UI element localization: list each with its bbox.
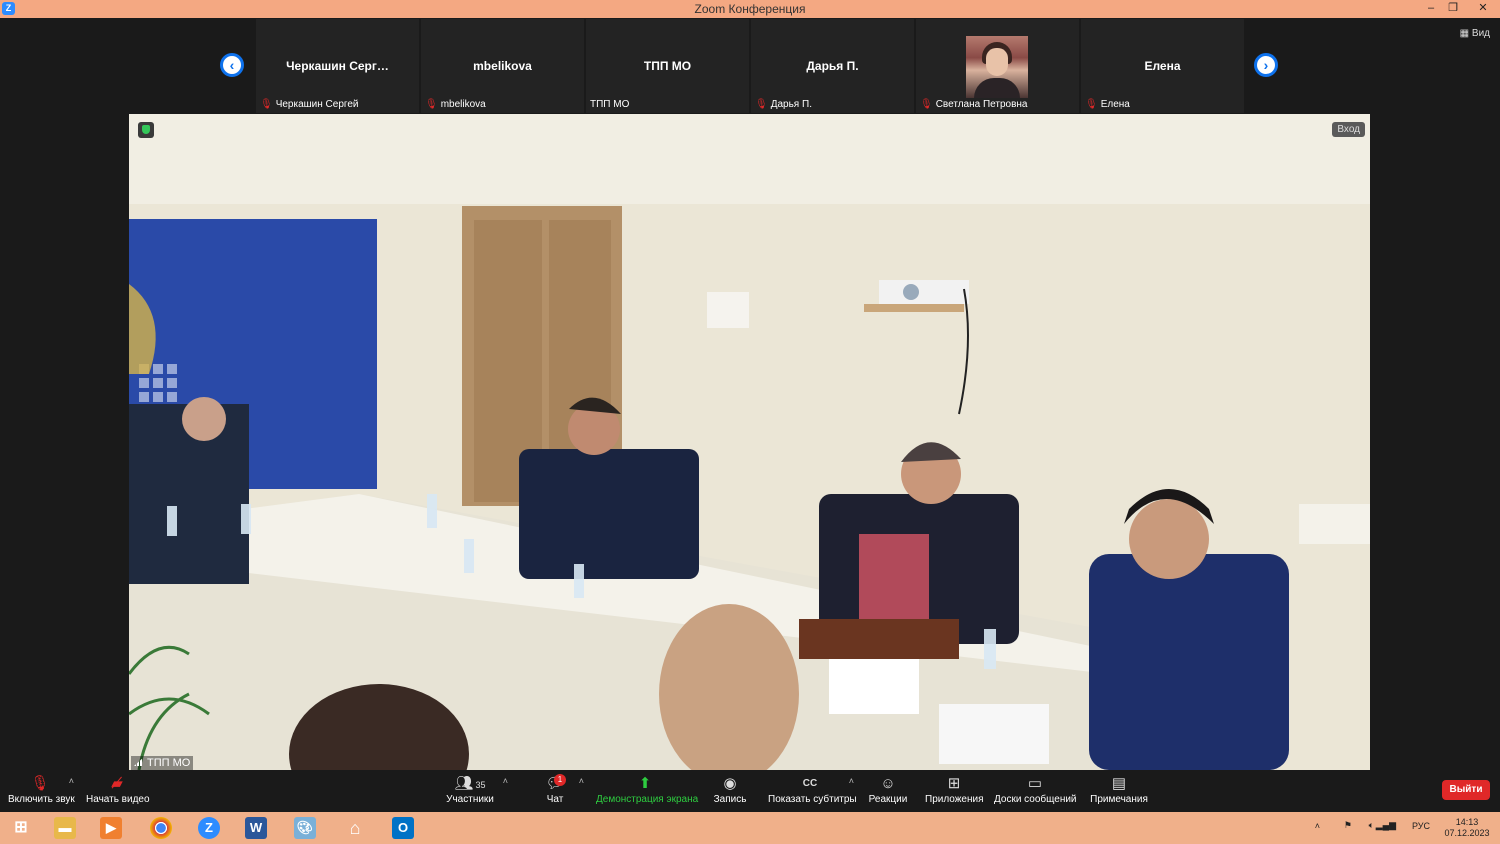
mic-muted-icon: 🎙︎: [425, 99, 438, 110]
apps-icon: ⊞: [947, 775, 961, 792]
zoom-icon: Z: [198, 817, 220, 839]
mic-muted-icon: 🎙︎: [755, 99, 768, 110]
tray-overflow-icon[interactable]: ˄: [1315, 821, 1320, 831]
window-title: Zoom Конференция: [694, 2, 806, 16]
captions-button[interactable]: CC Показать субтитры ˄: [768, 774, 857, 805]
apps-button[interactable]: ⊞ Приложения: [925, 774, 984, 805]
prev-participants-button[interactable]: ‹: [220, 53, 244, 77]
encryption-shield-icon[interactable]: [138, 122, 154, 138]
participant-tile[interactable]: 🎙︎ Светлана Петровна: [916, 19, 1079, 113]
start-video-button[interactable]: ▰̸ Начать видео: [86, 774, 150, 805]
volume-icon[interactable]: 🔈︎: [1369, 820, 1374, 831]
share-screen-icon: ⬆: [638, 775, 652, 792]
taskbar-media-player[interactable]: ▶: [92, 815, 128, 841]
captions-icon: CC: [802, 778, 818, 789]
participants-button[interactable]: 👥︎ 35 Участники ˄: [446, 774, 508, 805]
participant-photo: [966, 36, 1028, 98]
chevron-up-icon[interactable]: ˄: [849, 776, 854, 786]
leave-button[interactable]: Выйти: [1442, 780, 1490, 800]
taskbar-file-explorer[interactable]: ▬: [46, 815, 82, 841]
notes-icon: ▤: [1111, 775, 1127, 792]
mic-muted-icon: 🎙︎: [920, 99, 933, 110]
taskbar-paint[interactable]: 🎨︎: [286, 815, 322, 841]
mic-muted-icon: 🎙︎: [30, 775, 50, 792]
view-button[interactable]: ▦ Вид: [1460, 28, 1490, 39]
media-player-icon: ▶: [100, 817, 122, 839]
grid-icon: ▦: [1459, 28, 1470, 39]
start-button[interactable]: ⊞: [2, 815, 38, 841]
chevron-up-icon[interactable]: ˄: [579, 776, 584, 786]
windows-taskbar: ⊞ ▬ ▶ Z W 🎨︎ ⌂ O ˄ ⚑ 🔈︎ ▂▄▆ РУС 14:13 07…: [0, 812, 1500, 844]
clock[interactable]: 14:13 07.12.2023: [1442, 817, 1492, 839]
chevron-up-icon[interactable]: ˄: [69, 776, 74, 786]
signal-strength-icon: [134, 757, 144, 766]
home-icon: ⌂: [349, 818, 361, 838]
mic-muted-icon: 🎙︎: [1085, 99, 1098, 110]
network-icon[interactable]: ▂▄▆: [1376, 820, 1396, 831]
outlook-icon: O: [392, 817, 414, 839]
reactions-icon: ☺: [880, 775, 896, 792]
chat-button[interactable]: 💬︎ 1 Чат ˄: [540, 774, 584, 805]
next-participants-button[interactable]: ›: [1254, 53, 1278, 77]
chevron-up-icon[interactable]: ˄: [503, 776, 508, 786]
windows-start-icon: ⊞: [14, 819, 28, 836]
participants-icon: 👥︎: [454, 775, 474, 792]
share-screen-button[interactable]: ⬆ Демонстрация экрана: [596, 774, 698, 805]
taskbar-chrome[interactable]: [142, 815, 178, 841]
taskbar-word[interactable]: W: [237, 815, 273, 841]
taskbar-zoom[interactable]: Z: [190, 815, 226, 841]
file-explorer-icon: ▬: [54, 817, 76, 839]
mic-muted-icon: 🎙︎: [260, 99, 273, 110]
taskbar-outlook[interactable]: O: [384, 815, 420, 841]
zoom-meeting: ▦ Вид ‹ › Черкашин Серг… 🎙︎ Черкашин Серг…: [0, 18, 1500, 812]
whiteboard-icon: ▭: [1027, 775, 1043, 792]
minimize-button[interactable]: ‒: [1420, 0, 1442, 18]
participant-tile[interactable]: ТПП МО ТПП МО: [586, 19, 749, 113]
word-icon: W: [245, 817, 267, 839]
close-button[interactable]: ✕: [1466, 0, 1500, 18]
language-indicator[interactable]: РУС: [1412, 821, 1430, 831]
participant-tile[interactable]: mbelikova 🎙︎ mbelikova: [421, 19, 584, 113]
participant-tile[interactable]: Черкашин Серг… 🎙︎ Черкашин Сергей: [256, 19, 419, 113]
main-video[interactable]: Вход ТПП МО: [129, 114, 1370, 770]
whiteboards-button[interactable]: ▭ Доски сообщений: [994, 774, 1077, 805]
record-button[interactable]: ◉ Запись: [712, 774, 748, 805]
video-off-icon: ▰̸: [111, 775, 123, 792]
participant-tile[interactable]: Елена 🎙︎ Елена: [1081, 19, 1244, 113]
chat-badge: 1: [554, 774, 566, 786]
reactions-button[interactable]: ☺ Реакции: [868, 774, 908, 805]
taskbar-home[interactable]: ⌂: [336, 815, 372, 841]
paint-icon: 🎨︎: [294, 817, 316, 839]
meeting-room-scene: [129, 114, 1370, 770]
participant-tile[interactable]: Дарья П. 🎙︎ Дарья П.: [751, 19, 914, 113]
notes-button[interactable]: ▤ Примечания: [1090, 774, 1148, 805]
flag-icon[interactable]: ⚑: [1344, 820, 1352, 831]
unmute-button[interactable]: 🎙︎ Включить звук ˄: [8, 774, 75, 805]
video-speaker-label: ТПП МО: [131, 756, 194, 770]
enter-button[interactable]: Вход: [1332, 122, 1365, 137]
chrome-icon: [150, 817, 172, 839]
restore-button[interactable]: ❐: [1442, 0, 1464, 18]
window-titlebar: Z Zoom Конференция ‒ ❐ ✕: [0, 0, 1500, 18]
meeting-toolbar: 🎙︎ Включить звук ˄ ▰̸ Начать видео 👥︎ 35 …: [0, 770, 1500, 812]
record-icon: ◉: [723, 775, 737, 792]
